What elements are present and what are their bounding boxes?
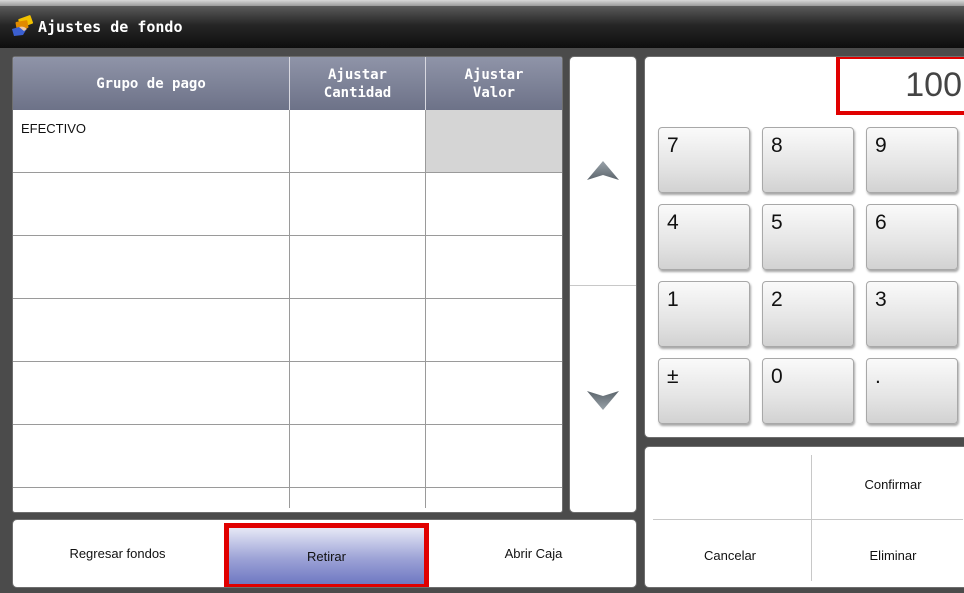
bottom-button-bar: Regresar fondos Retirar Abrir Caja: [12, 519, 637, 588]
cell-valor[interactable]: [426, 173, 562, 235]
table-row-partial[interactable]: [13, 488, 562, 508]
key-4[interactable]: 4: [658, 204, 750, 270]
amount-display[interactable]: 100: [836, 57, 964, 115]
header-grupo-de-pago[interactable]: Grupo de pago: [13, 57, 290, 110]
key-2[interactable]: 2: [762, 281, 854, 347]
cell-grupo[interactable]: [13, 173, 290, 235]
table-row[interactable]: [13, 173, 562, 236]
dialog-body: Grupo de pago Ajustar Cantidad Ajustar Val…: [0, 48, 964, 593]
key-3[interactable]: 3: [866, 281, 958, 347]
abrir-caja-button[interactable]: Abrir Caja: [431, 520, 636, 587]
key-0[interactable]: 0: [762, 358, 854, 424]
key-8[interactable]: 8: [762, 127, 854, 193]
header-ajustar-valor[interactable]: Ajustar Valor: [426, 57, 562, 110]
cell-grupo[interactable]: [13, 299, 290, 361]
numeric-keypad: 100 7 8 9 4 5 6 1 2 3 ± 0 .: [644, 56, 964, 438]
cell-grupo[interactable]: EFECTIVO: [13, 110, 290, 172]
header-ajustar-cantidad[interactable]: Ajustar Cantidad: [290, 57, 426, 110]
table-row[interactable]: [13, 299, 562, 362]
cell-valor[interactable]: [426, 488, 562, 508]
key-decimal[interactable]: .: [866, 358, 958, 424]
cell-cantidad[interactable]: [290, 173, 426, 235]
key-6[interactable]: 6: [866, 204, 958, 270]
key-5[interactable]: 5: [762, 204, 854, 270]
key-plus-minus[interactable]: ±: [658, 358, 750, 424]
table-row[interactable]: [13, 362, 562, 425]
regresar-fondos-button[interactable]: Regresar fondos: [13, 520, 222, 587]
cell-valor-selected[interactable]: [426, 110, 562, 172]
divider: [653, 519, 963, 520]
key-1[interactable]: 1: [658, 281, 750, 347]
money-hand-icon: [12, 15, 34, 36]
retirar-button[interactable]: Retirar: [224, 523, 429, 587]
cell-valor[interactable]: [426, 299, 562, 361]
scroll-down-button[interactable]: [570, 285, 636, 513]
cell-cantidad[interactable]: [290, 362, 426, 424]
cell-valor[interactable]: [426, 362, 562, 424]
cell-grupo[interactable]: [13, 425, 290, 487]
grid-header: Grupo de pago Ajustar Cantidad Ajustar Val…: [13, 57, 562, 110]
empty-action-slot: [649, 449, 811, 519]
cancelar-button[interactable]: Cancelar: [649, 520, 811, 587]
cell-cantidad[interactable]: [290, 236, 426, 298]
table-row[interactable]: [13, 425, 562, 488]
cell-cantidad[interactable]: [290, 425, 426, 487]
cell-cantidad[interactable]: [290, 488, 426, 508]
action-panel: Confirmar Cancelar Eliminar: [644, 446, 964, 588]
confirmar-button[interactable]: Confirmar: [812, 449, 964, 519]
scroll-up-button[interactable]: [570, 57, 636, 284]
key-7[interactable]: 7: [658, 127, 750, 193]
table-row[interactable]: EFECTIVO: [13, 110, 562, 173]
title-bar: Ajustes de fondo: [0, 6, 964, 48]
scroll-arrows-panel: [569, 56, 637, 513]
cell-cantidad[interactable]: [290, 299, 426, 361]
cell-cantidad[interactable]: [290, 110, 426, 172]
cell-valor[interactable]: [426, 236, 562, 298]
arrow-up-icon: [587, 160, 619, 180]
window-title: Ajustes de fondo: [38, 18, 183, 36]
cell-grupo[interactable]: [13, 488, 290, 508]
key-9[interactable]: 9: [866, 127, 958, 193]
cell-valor[interactable]: [426, 425, 562, 487]
divider: [811, 455, 812, 581]
table-row[interactable]: [13, 236, 562, 299]
cell-grupo[interactable]: [13, 362, 290, 424]
arrow-down-icon: [587, 390, 619, 410]
cell-grupo[interactable]: [13, 236, 290, 298]
eliminar-button[interactable]: Eliminar: [812, 520, 964, 587]
payment-group-grid: Grupo de pago Ajustar Cantidad Ajustar Val…: [12, 56, 563, 513]
